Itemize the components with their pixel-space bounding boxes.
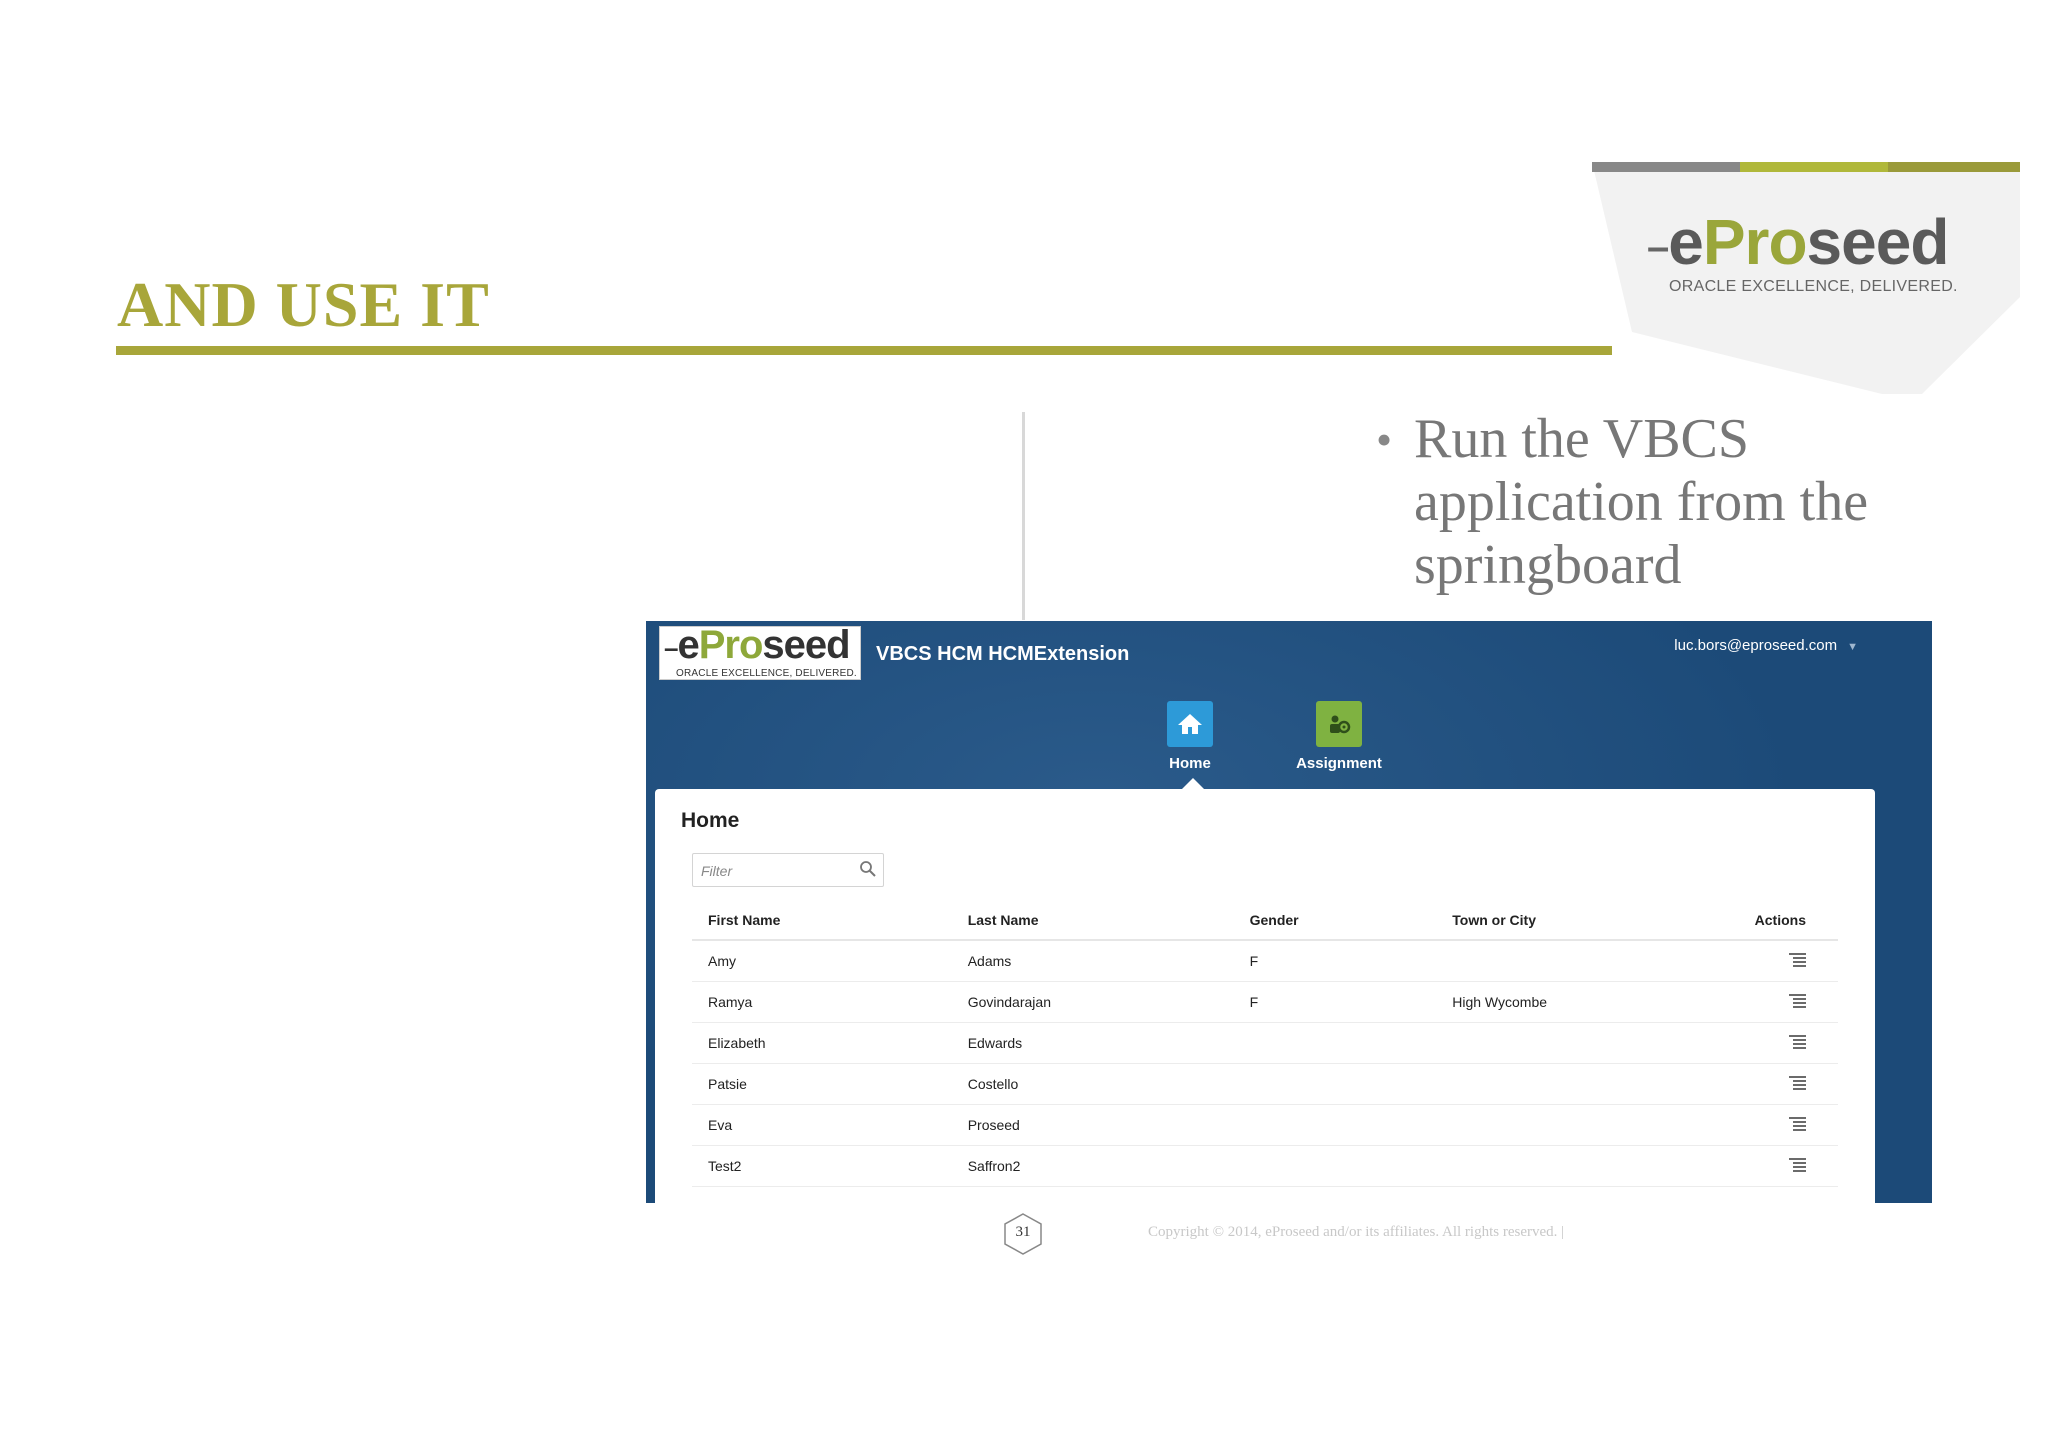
cell-gender: [1233, 1063, 1437, 1105]
cell-last-name: Costello: [951, 1063, 1234, 1105]
row-actions-icon[interactable]: [1789, 952, 1806, 968]
row-actions-icon[interactable]: [1789, 1075, 1806, 1091]
search-icon[interactable]: [859, 860, 877, 883]
chevron-down-icon: ▼: [1847, 641, 1858, 653]
table-row[interactable]: Patsie Costello: [692, 1063, 1838, 1105]
user-email: luc.bors@eproseed.com: [1674, 637, 1838, 654]
logo-tagline: ORACLE EXCELLENCE, DELIVERED.: [1669, 278, 1958, 295]
nav-home[interactable]: Home: [1130, 701, 1250, 772]
filter-input[interactable]: [699, 856, 853, 886]
bullet-text: Run the VBCS application from the spring…: [1414, 408, 1869, 596]
cell-gender: F: [1233, 981, 1437, 1023]
cell-last-name: Edwards: [951, 1022, 1234, 1064]
row-actions-icon[interactable]: [1789, 1157, 1806, 1173]
table-row[interactable]: Elizabeth Edwards: [692, 1022, 1838, 1064]
nav-assignment[interactable]: Assignment: [1279, 701, 1399, 772]
cell-gender: F: [1233, 940, 1437, 982]
row-actions-icon[interactable]: [1789, 1116, 1806, 1132]
user-menu[interactable]: luc.bors@eproseed.com ▼: [1674, 637, 1858, 654]
cell-town: [1436, 1145, 1739, 1187]
assignment-icon: [1316, 701, 1362, 747]
content-panel: Home First Name Last Name Gender Town or…: [655, 789, 1875, 1203]
employee-table: First Name Last Name Gender Town or City…: [692, 900, 1838, 1187]
header-gender[interactable]: Gender: [1233, 900, 1437, 941]
slide-title: AND USE IT: [117, 269, 490, 340]
filter-field[interactable]: [692, 853, 884, 887]
nav-home-label: Home: [1169, 755, 1211, 772]
cell-town: [1436, 940, 1739, 982]
app-title: VBCS HCM HCMExtension: [876, 643, 1130, 665]
nav-assignment-label: Assignment: [1296, 755, 1382, 772]
cell-town: High Wycombe: [1436, 981, 1739, 1023]
cell-first-name: Eva: [692, 1104, 952, 1146]
page-number: 31: [1015, 1224, 1031, 1240]
divider-line: [1022, 412, 1025, 620]
app-logo-pro: Pro: [698, 623, 764, 667]
table-row[interactable]: Amy Adams F: [692, 940, 1838, 982]
table-row[interactable]: Ramya Govindarajan F High Wycombe: [692, 981, 1838, 1023]
cell-first-name: Elizabeth: [692, 1022, 952, 1064]
row-actions-icon[interactable]: [1789, 1034, 1806, 1050]
cell-first-name: Ramya: [692, 981, 952, 1023]
app-logo-e: e: [677, 623, 699, 667]
logo-wordmark: –eProseed ORACLE EXCELLENCE, DELIVERED.: [1647, 206, 1958, 295]
bullet-marker: •: [1376, 414, 1393, 465]
cell-first-name: Test2: [692, 1145, 952, 1187]
cell-last-name: Saffron2: [951, 1145, 1234, 1187]
cell-last-name: Proseed: [951, 1104, 1234, 1146]
cell-town: [1436, 1022, 1739, 1064]
logo-seed: seed: [1806, 206, 1950, 278]
app-logo-seed: seed: [762, 623, 850, 667]
app-logo: –eProseed ORACLE EXCELLENCE, DELIVERED.: [659, 623, 861, 680]
logo-e: e: [1668, 206, 1704, 278]
app-logo-tagline: ORACLE EXCELLENCE, DELIVERED.: [676, 668, 857, 679]
table-row[interactable]: Test2 Saffron2: [692, 1145, 1838, 1187]
header-town[interactable]: Town or City: [1436, 900, 1739, 941]
header-actions: Actions: [1738, 900, 1838, 941]
cell-gender: [1233, 1145, 1437, 1187]
logo-pro: Pro: [1702, 206, 1808, 278]
cell-first-name: Amy: [692, 940, 952, 982]
cell-town: [1436, 1063, 1739, 1105]
cell-gender: [1233, 1022, 1437, 1064]
eproseed-logo-badge: –eProseed ORACLE EXCELLENCE, DELIVERED.: [1592, 162, 2020, 394]
home-icon: [1167, 701, 1213, 747]
table-row[interactable]: Eva Proseed: [692, 1104, 1838, 1146]
table-header-row: First Name Last Name Gender Town or City…: [692, 900, 1838, 941]
cell-gender: [1233, 1104, 1437, 1146]
cell-last-name: Adams: [951, 940, 1234, 982]
cell-town: [1436, 1104, 1739, 1146]
cell-last-name: Govindarajan: [951, 981, 1234, 1023]
page-heading: Home: [681, 809, 740, 832]
vbcs-app-window: –eProseed ORACLE EXCELLENCE, DELIVERED. …: [646, 621, 1932, 1203]
title-underline: [116, 346, 1612, 355]
cell-first-name: Patsie: [692, 1063, 952, 1105]
header-last-name[interactable]: Last Name: [951, 900, 1234, 941]
copyright-text: Copyright © 2014, eProseed and/or its af…: [1148, 1224, 1565, 1240]
header-first-name[interactable]: First Name: [692, 900, 952, 941]
row-actions-icon[interactable]: [1789, 993, 1806, 1009]
